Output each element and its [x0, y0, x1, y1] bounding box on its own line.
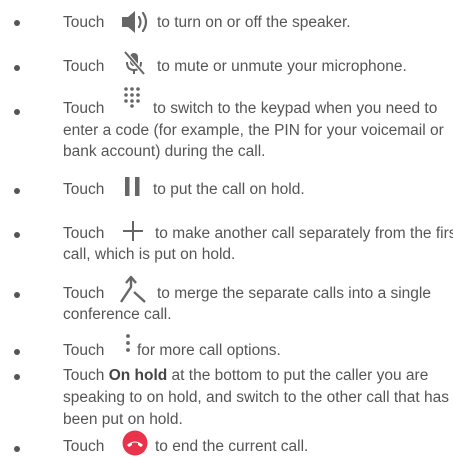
item-text: at the bottom to put the caller you are: [171, 367, 429, 384]
item-text: enter a code (for example, the PIN for y…: [63, 122, 444, 139]
touch-label: Touch: [63, 58, 105, 75]
bullet: [14, 292, 20, 298]
item-text: for more call options.: [137, 342, 281, 359]
touch-label: Touch: [63, 14, 105, 31]
bullet: [14, 65, 20, 71]
bullet: [14, 374, 20, 380]
item-text: to end the current call.: [155, 438, 309, 455]
item-text: been put on hold.: [63, 411, 183, 428]
bullet: [14, 20, 20, 26]
bullet: [14, 446, 20, 452]
item-text: to put the call on hold.: [153, 181, 305, 198]
touch-label: Touch: [63, 367, 105, 384]
item-text: to merge the separate calls into a singl…: [157, 285, 431, 302]
bullet: [14, 109, 20, 115]
touch-label: Touch: [63, 285, 105, 302]
item-text: speaking to on hold, and switch to the o…: [63, 389, 450, 406]
add-call-icon: [120, 218, 146, 244]
bullet: [14, 349, 20, 355]
touch-label: Touch: [63, 438, 105, 455]
pause-icon: [123, 175, 143, 199]
instruction-list: Touch to turn on or off the speaker. Tou…: [0, 0, 453, 456]
merge-calls-icon: [118, 275, 148, 305]
item-text: to mute or unmute your microphone.: [157, 58, 407, 75]
item-text: conference call.: [63, 306, 172, 323]
mute-microphone-icon: [122, 49, 148, 77]
touch-label: Touch: [63, 181, 105, 198]
touch-label: Touch: [63, 100, 105, 117]
item-text: to turn on or off the speaker.: [157, 14, 351, 31]
item-text: bank account) during the call.: [63, 143, 266, 160]
bullet: [14, 188, 20, 194]
touch-label: Touch: [63, 342, 105, 359]
item-text: call, which is put on hold.: [63, 246, 236, 263]
end-call-icon: [121, 430, 149, 456]
keypad-icon: [123, 86, 141, 108]
item-text: to switch to the keypad when you need to: [153, 100, 438, 117]
on-hold-label: On hold: [108, 367, 168, 384]
more-options-icon: [124, 333, 132, 355]
touch-label: Touch: [63, 225, 105, 242]
speaker-icon: [120, 8, 150, 36]
item-text: to make another call separately from the…: [155, 225, 453, 242]
bullet: [14, 232, 20, 238]
